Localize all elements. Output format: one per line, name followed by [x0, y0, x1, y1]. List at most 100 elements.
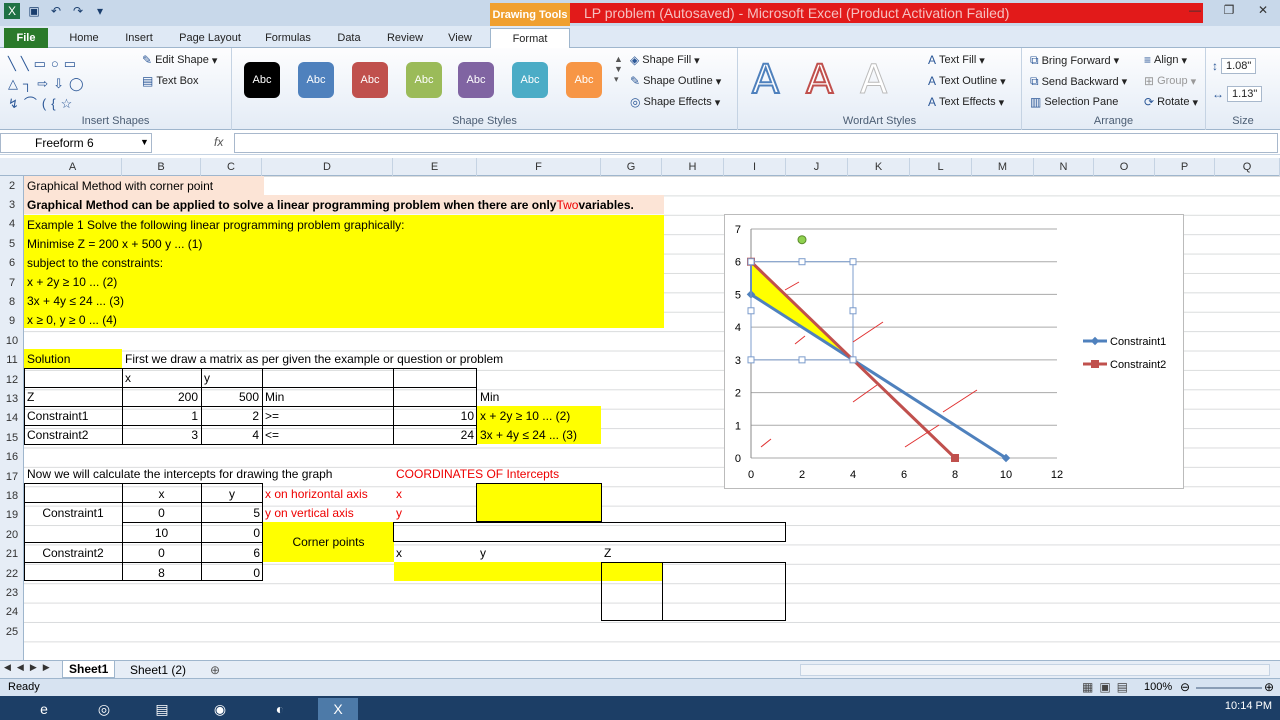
group-button[interactable]: ⊞ Group ▾	[1144, 74, 1196, 88]
cell-a13[interactable]: Z	[24, 387, 37, 406]
z-result-box[interactable]	[601, 562, 663, 621]
redo-icon[interactable]: ↷	[70, 3, 86, 19]
row-header-19[interactable]: 19	[0, 506, 24, 525]
selection-pane-button[interactable]: ▥ Selection Pane	[1030, 95, 1118, 109]
cell-d14[interactable]: >=	[262, 406, 282, 425]
column-header-g[interactable]: G	[601, 158, 662, 176]
cell-d20[interactable]: Corner points	[263, 522, 394, 562]
horizontal-scrollbar[interactable]	[800, 664, 1270, 676]
chrome-icon[interactable]: ◉	[200, 698, 240, 720]
cell-a15[interactable]: Constraint2	[24, 425, 91, 444]
cell-a4[interactable]: Example 1 Solve the following linear pro…	[24, 215, 408, 234]
cell-f21[interactable]: y	[477, 543, 489, 562]
view-buttons-icon[interactable]: ▦▣▤	[1082, 680, 1134, 694]
shape-style-2[interactable]: Abc	[298, 62, 334, 98]
tab-view[interactable]: View	[440, 28, 480, 48]
wordart-style-3[interactable]: A	[859, 60, 887, 101]
column-header-m[interactable]: M	[972, 158, 1034, 176]
z-result-box-2[interactable]	[662, 562, 786, 621]
cell-e15[interactable]: 24	[393, 425, 477, 444]
shape-style-7[interactable]: Abc	[566, 62, 602, 98]
row-header-22[interactable]: 22	[0, 564, 24, 583]
row-header-23[interactable]: 23	[0, 583, 24, 602]
excel-icon[interactable]: X	[4, 3, 20, 19]
excel-taskbar-icon[interactable]: X	[318, 698, 358, 720]
cell-a9[interactable]: x ≥ 0, y ≥ 0 ... (4)	[24, 310, 120, 329]
tab-format[interactable]: Format	[490, 28, 570, 49]
cell-b15[interactable]: 3	[122, 425, 201, 444]
cell-a5[interactable]: Minimise Z = 200 x + 500 y ... (1)	[24, 234, 205, 253]
tab-formulas[interactable]: Formulas	[256, 28, 320, 48]
shape-effects-button[interactable]: ◎ Shape Effects ▾	[630, 95, 720, 109]
name-box[interactable]: Freeform 6	[0, 133, 152, 153]
cell-b12[interactable]: x	[122, 368, 134, 387]
restore-icon[interactable]: ❐	[1212, 0, 1246, 20]
cell-d19[interactable]: y on vertical axis	[262, 503, 357, 522]
column-header-l[interactable]: L	[910, 158, 972, 176]
column-header-d[interactable]: D	[262, 158, 393, 176]
tab-review[interactable]: Review	[380, 28, 430, 48]
cell-d13[interactable]: Min	[262, 387, 287, 406]
cell-f13[interactable]: Min	[477, 387, 502, 406]
save-icon[interactable]: ▣	[26, 3, 42, 19]
cell-a19[interactable]: Constraint1	[24, 503, 122, 522]
row-header-18[interactable]: 18	[0, 486, 24, 505]
column-header-b[interactable]: B	[122, 158, 201, 176]
text-outline-button[interactable]: A Text Outline ▾	[928, 74, 1006, 88]
cell-b18[interactable]: x	[122, 484, 201, 503]
cell-b20[interactable]: 10	[122, 523, 201, 542]
zoom-slider[interactable]	[1196, 687, 1262, 689]
zoom-level[interactable]: 100%	[1144, 681, 1172, 693]
row-header-16[interactable]: 16	[0, 448, 24, 467]
cell-e14[interactable]: 10	[393, 406, 477, 425]
row-header-10[interactable]: 10	[0, 331, 24, 350]
ie-icon[interactable]: e	[24, 698, 64, 720]
insert-sheet-icon[interactable]: ⊕	[204, 661, 226, 678]
cell-a7[interactable]: x + 2y ≥ 10 ... (2)	[24, 272, 120, 291]
row-header-25[interactable]: 25	[0, 622, 24, 641]
cell-b21[interactable]: 0	[122, 543, 201, 562]
shapes-gallery[interactable]: ╲╲▭○▭ △┐⇨⇩◯ ↯⌒({☆	[8, 54, 134, 114]
row-header-17[interactable]: 17	[0, 467, 24, 486]
rotate-button[interactable]: ⟳ Rotate ▾	[1144, 95, 1198, 109]
customize-icon[interactable]: ▾	[92, 3, 108, 19]
shape-outline-button[interactable]: ✎ Shape Outline ▾	[630, 74, 721, 88]
row-header-14[interactable]: 14	[0, 409, 24, 428]
shape-style-1[interactable]: Abc	[244, 62, 280, 98]
text-effects-button[interactable]: A Text Effects ▾	[928, 95, 1004, 109]
shape-style-6[interactable]: Abc	[512, 62, 548, 98]
undo-icon[interactable]: ↶	[48, 3, 64, 19]
folder-icon[interactable]: ▤	[142, 698, 182, 720]
close-icon[interactable]: ✕	[1246, 0, 1280, 20]
zoom-out-icon[interactable]: ⊖	[1180, 680, 1190, 694]
column-header-q[interactable]: Q	[1215, 158, 1280, 176]
column-header-n[interactable]: N	[1034, 158, 1094, 176]
column-header-a[interactable]: A	[24, 158, 122, 176]
row-header-11[interactable]: 11	[0, 351, 24, 370]
shape-style-4[interactable]: Abc	[406, 62, 442, 98]
column-header-p[interactable]: P	[1155, 158, 1215, 176]
align-button[interactable]: ≡ Align ▾	[1144, 53, 1187, 67]
shape-style-3[interactable]: Abc	[352, 62, 388, 98]
function-icon[interactable]: fx	[214, 135, 223, 149]
column-header-i[interactable]: I	[724, 158, 786, 176]
row-header-9[interactable]: 9	[0, 312, 24, 331]
cell-a8[interactable]: 3x + 4y ≤ 24 ... (3)	[24, 291, 127, 310]
cell-b19[interactable]: 0	[122, 503, 201, 522]
cell-b14[interactable]: 1	[122, 406, 201, 425]
cell-e18[interactable]: x	[393, 484, 405, 503]
styles-scroll-icon[interactable]: ▲ ▼ ▾	[614, 54, 623, 85]
tab-data[interactable]: Data	[330, 28, 368, 48]
column-header-e[interactable]: E	[393, 158, 477, 176]
cell-a17[interactable]: Now we will calculate the intercepts for…	[24, 464, 335, 483]
row-header-2[interactable]: 2	[0, 176, 24, 195]
minimize-icon[interactable]: —	[1178, 0, 1212, 20]
cell-c13[interactable]: 500	[201, 387, 262, 406]
shape-height-field[interactable]: ↕ 1.08"	[1212, 58, 1257, 74]
namebox-dropdown-icon[interactable]: ▼	[140, 137, 149, 147]
row-header-6[interactable]: 6	[0, 254, 24, 273]
formula-input[interactable]	[234, 133, 1278, 153]
cell-c15[interactable]: 4	[201, 425, 262, 444]
cell-a2[interactable]: Graphical Method with corner point	[24, 176, 264, 195]
cell-e21[interactable]: x	[393, 543, 405, 562]
